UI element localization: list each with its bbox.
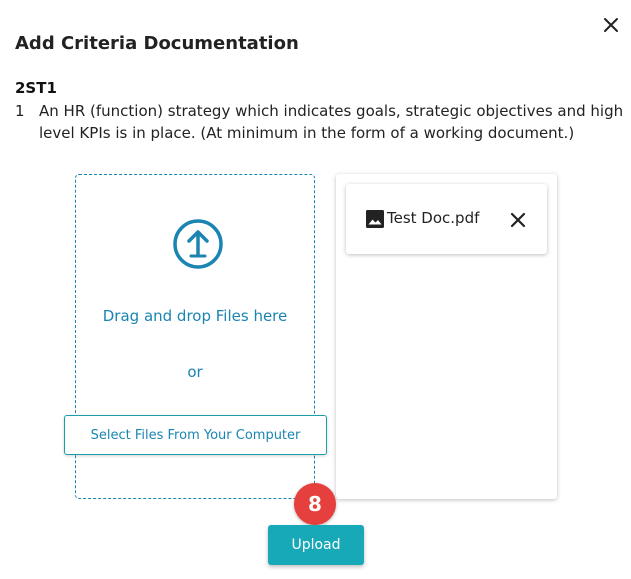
drag-drop-text: Drag and drop Files here [102,307,288,325]
file-name: Test Doc.pdf [387,209,480,227]
step-badge: 8 [294,483,336,525]
upload-button[interactable]: Upload [268,525,364,565]
criteria-number: 1 [15,102,25,120]
criteria-code: 2ST1 [15,79,57,97]
remove-file-button[interactable] [508,210,528,230]
file-item: Test Doc.pdf [346,184,547,254]
select-files-button[interactable]: Select Files From Your Computer [64,415,327,455]
upload-icon [173,219,223,269]
close-icon [604,18,618,32]
or-separator: or [187,363,203,381]
dialog-title: Add Criteria Documentation [15,33,299,54]
close-icon [510,212,526,228]
uploaded-files-panel: Test Doc.pdf [336,174,557,499]
image-icon [366,210,384,228]
close-dialog-button[interactable] [598,12,624,38]
criteria-description: An HR (function) strategy which indicate… [39,102,624,142]
